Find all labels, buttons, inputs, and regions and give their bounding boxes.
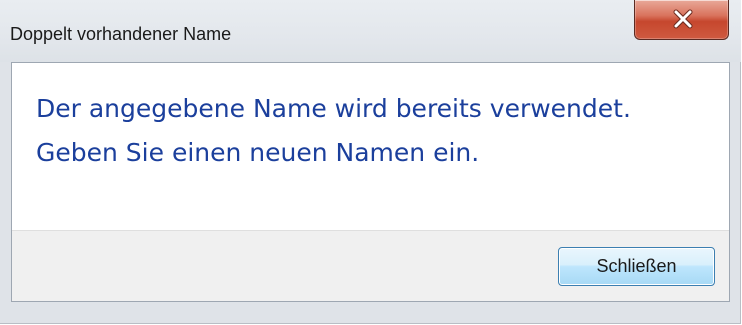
message-line-1: Der angegebene Name wird bereits verwend… — [36, 94, 631, 123]
close-x-icon — [673, 9, 693, 29]
message-line-2: Geben Sie einen neuen Namen ein. — [36, 138, 480, 167]
window-close-button[interactable] — [634, 0, 729, 40]
dialog-title: Doppelt vorhandener Name — [10, 24, 232, 44]
dialog-window: Doppelt vorhandener Name Der angegebene … — [0, 0, 741, 324]
title-bar[interactable]: Doppelt vorhandener Name — [0, 0, 741, 62]
dialog-message: Der angegebene Name wird bereits verwend… — [36, 87, 631, 175]
button-bar: Schließen — [12, 230, 729, 301]
close-dialog-button[interactable]: Schließen — [558, 247, 715, 286]
message-area: Der angegebene Name wird bereits verwend… — [12, 63, 729, 230]
dialog-content: Der angegebene Name wird bereits verwend… — [11, 62, 730, 302]
